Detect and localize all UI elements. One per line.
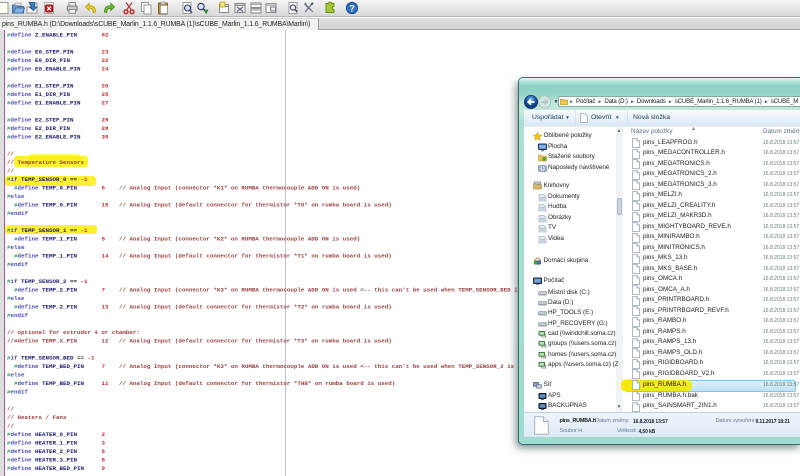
svg-text:?: ?: [349, 3, 355, 13]
